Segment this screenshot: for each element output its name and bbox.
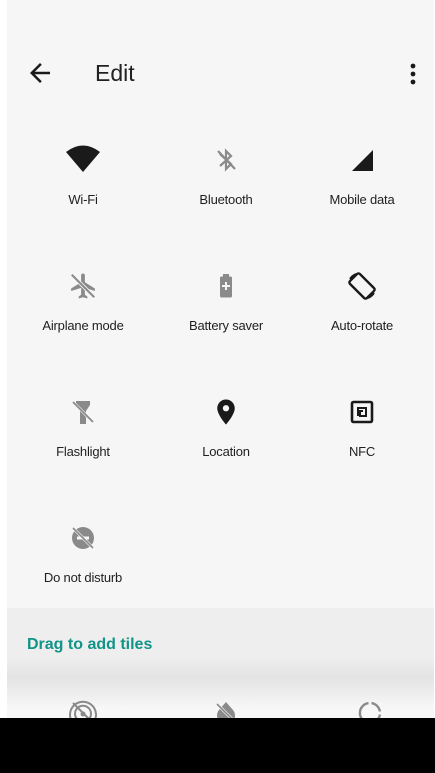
tile-label: Battery saver	[189, 318, 263, 333]
tile-battery-saver[interactable]: Battery saver	[155, 252, 297, 378]
location-icon	[206, 392, 246, 432]
do-not-disturb-icon	[63, 518, 103, 558]
more-options-icon[interactable]	[403, 60, 423, 88]
tile-label: Location	[202, 444, 250, 459]
tile-label: Do not disturb	[43, 570, 123, 585]
tile-label: Mobile data	[329, 192, 395, 207]
tile-label: Airplane mode	[42, 318, 124, 333]
tile-flashlight[interactable]: Flashlight	[12, 378, 154, 504]
tile-bluetooth[interactable]: Bluetooth	[155, 126, 297, 252]
bluetooth-off-icon	[206, 140, 246, 180]
wifi-icon	[63, 140, 103, 180]
tile-wifi[interactable]: Wi-Fi	[12, 126, 154, 252]
navigation-bar	[0, 718, 435, 773]
tile-label: NFC	[348, 444, 376, 459]
tile-label: Auto-rotate	[330, 318, 394, 333]
toolbar: Edit	[7, 40, 434, 108]
tile-auto-rotate[interactable]: Auto-rotate	[291, 252, 433, 378]
page-title: Edit	[95, 60, 135, 86]
tile-label: Flashlight	[56, 444, 110, 459]
mobile-data-icon	[342, 140, 382, 180]
drag-to-add-label: Drag to add tiles	[27, 636, 153, 653]
battery-saver-icon	[206, 266, 246, 306]
quick-settings-edit-screen: Edit Wi-Fi Bluetooth Mobile data Airplan…	[7, 0, 434, 773]
tile-airplane-mode[interactable]: Airplane mode	[12, 252, 154, 378]
tile-location[interactable]: Location	[155, 378, 297, 504]
flashlight-off-icon	[63, 392, 103, 432]
tile-label: Bluetooth	[199, 192, 253, 207]
tile-mobile-data[interactable]: Mobile data	[291, 126, 433, 252]
tile-nfc[interactable]: NFC	[291, 378, 433, 504]
tile-label: Wi-Fi	[68, 192, 98, 207]
auto-rotate-icon	[342, 266, 382, 306]
nfc-icon	[342, 392, 382, 432]
back-arrow-icon[interactable]	[25, 58, 55, 88]
airplane-off-icon	[63, 266, 103, 306]
